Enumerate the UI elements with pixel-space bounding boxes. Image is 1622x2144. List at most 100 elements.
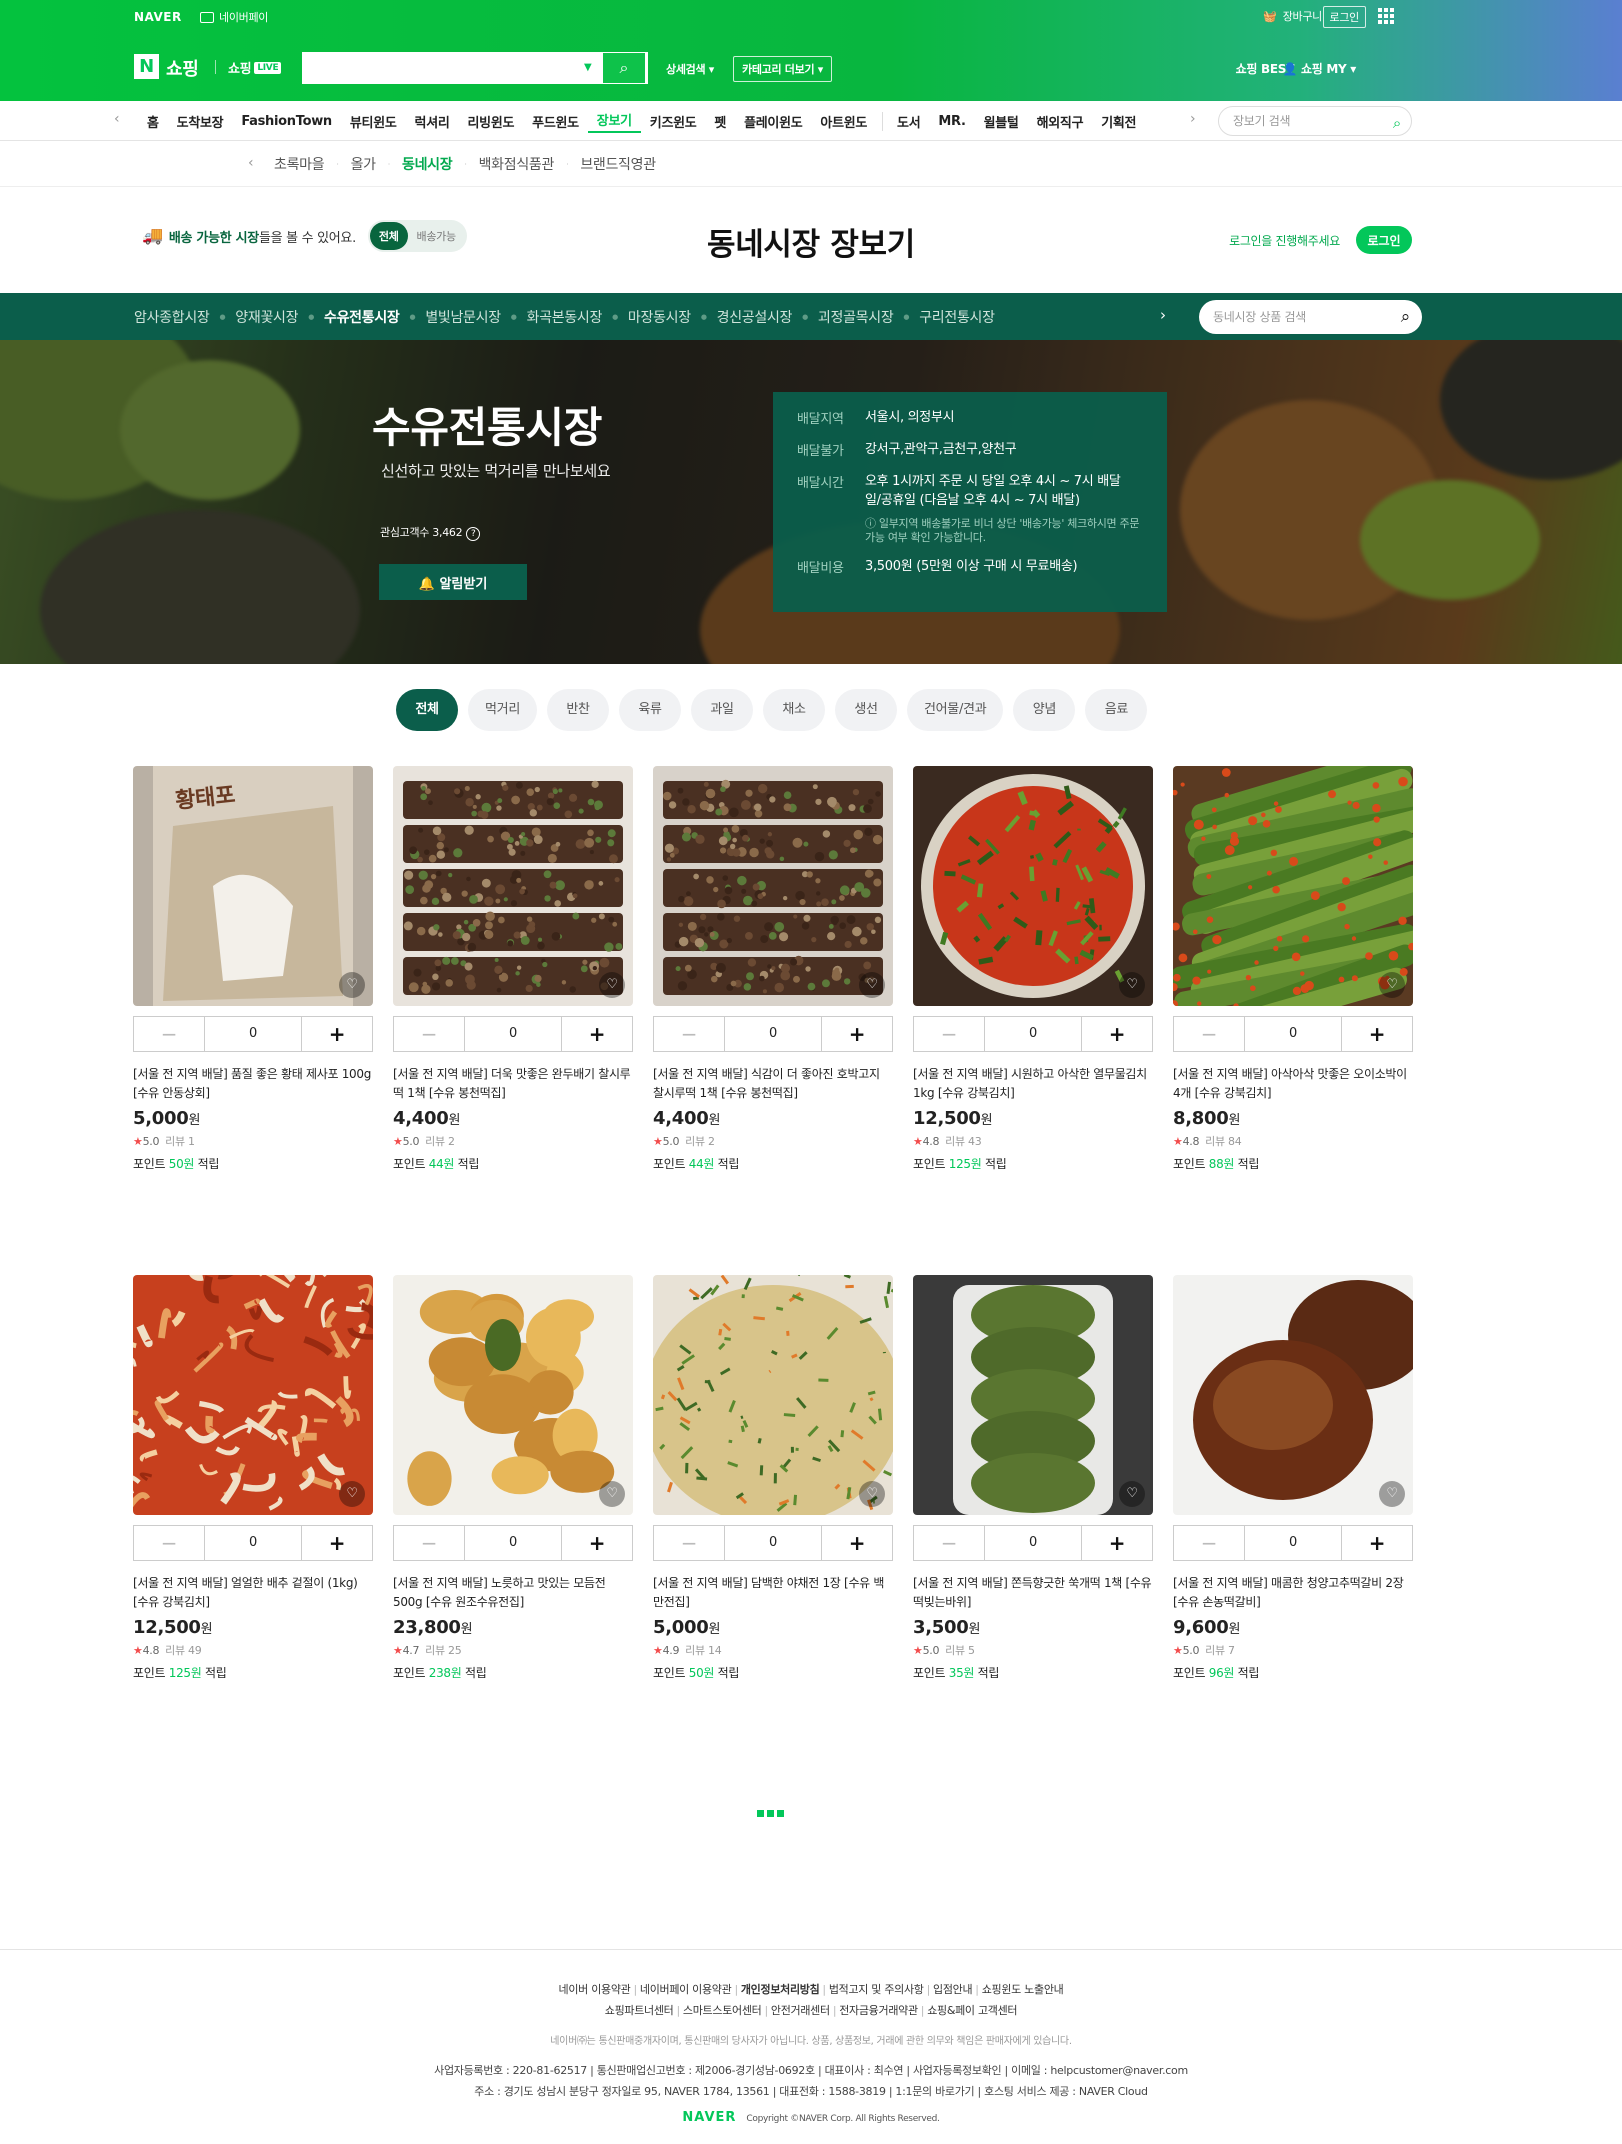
- heart-icon[interactable]: ♡: [1119, 1481, 1145, 1507]
- subnav-item[interactable]: 브랜드직영관: [568, 154, 667, 174]
- market-tab[interactable]: 별빛남문시장: [415, 307, 510, 327]
- category-more-button[interactable]: 카테고리 더보기 ▾: [733, 56, 833, 82]
- nav-item[interactable]: 도착보장: [168, 112, 233, 131]
- category-chip[interactable]: 양념: [1013, 689, 1076, 731]
- advanced-search-link[interactable]: 상세검색 ▾: [666, 61, 714, 77]
- category-chip[interactable]: 과일: [690, 689, 753, 731]
- heart-icon[interactable]: ♡: [1379, 972, 1405, 998]
- cart-link[interactable]: 🧺 장바구니: [1263, 8, 1322, 24]
- increase-button[interactable]: +: [302, 1017, 372, 1051]
- increase-button[interactable]: +: [1082, 1017, 1152, 1051]
- market-tab[interactable]: 마장동시장: [618, 307, 701, 327]
- chevron-right-icon[interactable]: ›: [1160, 306, 1166, 324]
- quantity-value[interactable]: 0: [204, 1526, 302, 1560]
- footer-link[interactable]: 개인정보처리방침: [738, 1983, 823, 1996]
- decrease-button[interactable]: −: [914, 1526, 984, 1560]
- product-card[interactable]: ♡ − 0 + [서울 전 지역 배달] 얼얼한 배추 겉절이 (1kg) [수…: [133, 1275, 373, 1681]
- product-thumbnail[interactable]: ♡: [653, 1275, 893, 1515]
- subnav-item[interactable]: 동네시장: [390, 154, 464, 174]
- chevron-left-icon[interactable]: ‹: [248, 155, 254, 171]
- increase-button[interactable]: +: [1342, 1526, 1412, 1560]
- product-card[interactable]: ♡ − 0 + [서울 전 지역 배달] 아삭아삭 맛좋은 오이소박이 4개 […: [1173, 766, 1413, 1172]
- footer-link[interactable]: 네이버 이용약관: [556, 1983, 634, 1996]
- footer-link[interactable]: 쇼핑윈도 노출안내: [979, 1983, 1067, 1996]
- footer-link[interactable]: 네이버페이 이용약관: [637, 1983, 735, 1996]
- product-thumbnail[interactable]: ♡: [913, 766, 1153, 1006]
- nav-item[interactable]: 뷰티윈도: [341, 112, 406, 131]
- product-card[interactable]: ♡ − 0 + [서울 전 지역 배달] 담백한 야채전 1장 [수유 백만전집…: [653, 1275, 893, 1681]
- quantity-value[interactable]: 0: [464, 1017, 562, 1051]
- chevron-right-icon[interactable]: ›: [1190, 111, 1196, 127]
- heart-icon[interactable]: ♡: [1119, 972, 1145, 998]
- login-top-button[interactable]: 로그인: [1322, 6, 1366, 28]
- shopping-logo[interactable]: 쇼핑: [166, 55, 199, 81]
- apps-grid-icon[interactable]: [1378, 8, 1394, 24]
- nav-item[interactable]: 기획전: [1092, 112, 1145, 131]
- nav-item[interactable]: 홈: [138, 112, 168, 131]
- product-thumbnail[interactable]: ♡: [133, 1275, 373, 1515]
- market-tab[interactable]: 수유전통시장: [314, 307, 409, 327]
- quantity-value[interactable]: 0: [724, 1017, 822, 1051]
- search-icon[interactable]: ⌕: [1393, 109, 1401, 137]
- heart-icon[interactable]: ♡: [599, 1481, 625, 1507]
- alert-subscribe-button[interactable]: 🔔 알림받기: [379, 564, 527, 600]
- footer-link[interactable]: 전자금융거래약관: [836, 2004, 921, 2017]
- product-name[interactable]: [서울 전 지역 배달] 아삭아삭 맛좋은 오이소박이 4개 [수유 강북김치]: [1173, 1065, 1413, 1103]
- product-name[interactable]: [서울 전 지역 배달] 매콤한 청양고추떡갈비 2장 [수유 손농떡갈비]: [1173, 1574, 1413, 1612]
- main-search-input[interactable]: [304, 54, 594, 82]
- decrease-button[interactable]: −: [134, 1526, 204, 1560]
- market-search[interactable]: 동네시장 상품 검색 ⌕: [1199, 300, 1422, 334]
- heart-icon[interactable]: ♡: [859, 1481, 885, 1507]
- grocery-search[interactable]: 장보기 검색 ⌕: [1218, 106, 1412, 136]
- product-name[interactable]: [서울 전 지역 배달] 식감이 더 좋아진 호박고지 찰시루떡 1책 [수유 …: [653, 1065, 893, 1103]
- product-name[interactable]: [서울 전 지역 배달] 시원하고 아삭한 열무물김치 1kg [수유 강북김치…: [913, 1065, 1153, 1103]
- shopping-my-menu[interactable]: 👤 쇼핑 MY ▾: [1282, 60, 1356, 77]
- increase-button[interactable]: +: [822, 1526, 892, 1560]
- product-card[interactable]: ♡ − 0 + [서울 전 지역 배달] 식감이 더 좋아진 호박고지 찰시루떡…: [653, 766, 893, 1172]
- product-name[interactable]: [서울 전 지역 배달] 얼얼한 배추 겉절이 (1kg) [수유 강북김치]: [133, 1574, 373, 1612]
- increase-button[interactable]: +: [562, 1017, 632, 1051]
- nav-item[interactable]: 펫: [705, 112, 735, 131]
- product-name[interactable]: [서울 전 지역 배달] 품질 좋은 황태 제사포 100g [수유 안동상회]: [133, 1065, 373, 1103]
- heart-icon[interactable]: ♡: [339, 972, 365, 998]
- nav-item[interactable]: 리빙윈도: [459, 112, 524, 131]
- decrease-button[interactable]: −: [394, 1526, 464, 1560]
- quantity-value[interactable]: 0: [204, 1017, 302, 1051]
- nav-item[interactable]: 해외직구: [1028, 112, 1093, 131]
- category-chip[interactable]: 반찬: [546, 689, 609, 731]
- decrease-button[interactable]: −: [654, 1526, 724, 1560]
- product-name[interactable]: [서울 전 지역 배달] 노릇하고 맛있는 모듬전 500g [수유 원조수유전…: [393, 1574, 633, 1612]
- subnav-item[interactable]: 백화점식품관: [467, 154, 566, 174]
- product-thumbnail[interactable]: ♡: [1173, 766, 1413, 1006]
- category-chip[interactable]: 채소: [762, 689, 825, 731]
- heart-icon[interactable]: ♡: [1379, 1481, 1405, 1507]
- nav-item[interactable]: 윌블털: [975, 112, 1028, 131]
- footer-link[interactable]: 안전거래센터: [768, 2004, 833, 2017]
- product-name[interactable]: [서울 전 지역 배달] 쫀득향긋한 쑥개떡 1책 [수유 떡빚는바위]: [913, 1574, 1153, 1612]
- product-card[interactable]: ♡ − 0 + [서울 전 지역 배달] 시원하고 아삭한 열무물김치 1kg …: [913, 766, 1153, 1172]
- nav-item[interactable]: 럭셔리: [406, 112, 459, 131]
- caret-down-icon[interactable]: ▼: [584, 62, 592, 73]
- quantity-value[interactable]: 0: [464, 1526, 562, 1560]
- nav-item[interactable]: 플레이윈도: [735, 112, 811, 131]
- market-tab[interactable]: 암사종합시장: [124, 307, 219, 327]
- decrease-button[interactable]: −: [394, 1017, 464, 1051]
- increase-button[interactable]: +: [1342, 1017, 1412, 1051]
- category-chip[interactable]: 전체: [396, 689, 458, 731]
- product-card[interactable]: ♡ − 0 + [서울 전 지역 배달] 노릇하고 맛있는 모듬전 500g […: [393, 1275, 633, 1681]
- category-chip[interactable]: 생선: [834, 689, 897, 731]
- search-icon[interactable]: ⌕: [1401, 300, 1411, 334]
- heart-icon[interactable]: ♡: [859, 972, 885, 998]
- market-tab[interactable]: 화곡본동시장: [517, 307, 612, 327]
- nav-item[interactable]: 장보기: [587, 110, 641, 133]
- market-tab[interactable]: 구리전통시장: [909, 307, 1004, 327]
- category-chip[interactable]: 건어물/견과: [906, 689, 1004, 731]
- subnav-item[interactable]: 초록마을: [262, 154, 336, 174]
- quantity-value[interactable]: 0: [1244, 1526, 1342, 1560]
- naver-logo[interactable]: NAVER: [134, 10, 182, 24]
- nav-item[interactable]: 도서: [882, 111, 929, 131]
- product-thumbnail[interactable]: 황태포 ♡: [133, 766, 373, 1006]
- naverpay-link[interactable]: 네이버페이: [200, 9, 268, 25]
- product-card[interactable]: ♡ − 0 + [서울 전 지역 배달] 매콤한 청양고추떡갈비 2장 [수유 …: [1173, 1275, 1413, 1681]
- nav-item[interactable]: MR.: [929, 114, 974, 129]
